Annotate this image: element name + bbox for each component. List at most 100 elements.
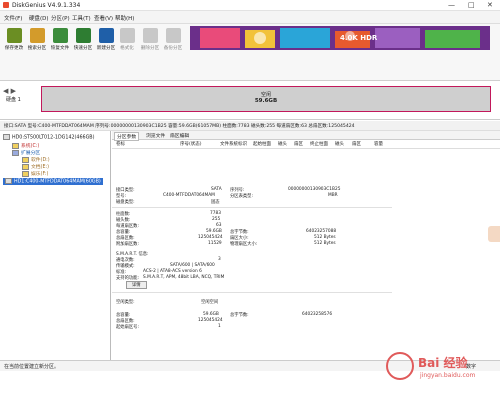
backup-partition-icon <box>165 28 181 43</box>
transfer-mode-value: SATA/600 | SATA/600 <box>170 263 215 268</box>
status-text: 在当前位置建立新分区。 <box>4 364 60 370</box>
menu-disk[interactable]: 硬盘(D) <box>29 14 49 22</box>
ad-banner[interactable]: 4.0K HDR <box>190 26 490 50</box>
model-value: C400-MTFDDAT064MAM <box>163 193 215 198</box>
tree-item-extended[interactable]: 扩展分区 <box>12 149 40 156</box>
heads-value: 255 <box>212 217 221 222</box>
backup-partition-label: 备份分区 <box>163 46 183 51</box>
quick-partition-icon <box>75 28 91 43</box>
free-bytes-value: 64023258576 <box>302 312 333 317</box>
search-icon <box>29 28 45 43</box>
divider <box>112 292 392 293</box>
volume-icon <box>22 163 29 170</box>
disk-nav: ◀ ▶ <box>3 87 16 95</box>
watermark: Bai 经验 jingyan.baidu.com <box>380 346 500 392</box>
partition-block-name: 空闲 <box>260 92 271 98</box>
volume-icon <box>22 156 29 163</box>
watermark-paw-icon <box>386 352 414 380</box>
partition-table-type-value: MBR <box>328 193 338 198</box>
side-feedback-tab[interactable] <box>488 226 500 242</box>
total-bytes-value: 64023257088 <box>306 229 337 234</box>
prev-disk-button[interactable]: ◀ <box>3 87 8 95</box>
tree-item-docs[interactable]: 文档(E:) <box>22 163 49 170</box>
tree-item-system[interactable]: 系统(C:) <box>12 142 39 149</box>
free-space-partition-block[interactable]: 空闲 59.6GB <box>41 86 491 112</box>
iface-value: SATA <box>211 187 222 192</box>
free-type-label: 空闲类型: <box>116 300 135 305</box>
disk-tree: HD0:ST500LT012-1DG142(466GB) 系统(C:) 扩展分区… <box>0 131 111 361</box>
next-disk-button[interactable]: ▶ <box>11 87 16 95</box>
menu-bar: 文件(F) 硬盘(D) 分区(P) 工具(T) 查看(V) 帮助(H) <box>0 11 500 24</box>
maximize-button[interactable]: □ <box>468 1 475 9</box>
backup-partition-button[interactable]: 备份分区 <box>163 26 183 51</box>
save-changes-button[interactable]: 保存更改 <box>4 26 24 51</box>
tree-item-hd1-label: HD1:C400-MTFDDAT064MAM(60GB) <box>14 179 101 185</box>
standard-value: ACS-2 | ATA8-ACS version 6 <box>143 269 202 274</box>
free-bytes-label: 总字节数: <box>230 313 249 318</box>
col-filesystem: 文件系统 <box>220 142 238 147</box>
disk-info-line: 接口:SATA 型号:C400-MTFDDAT064MAM 序列号:000000… <box>0 121 500 131</box>
partition-table-header: 卷标 序号(状态) 文件系统 标识 起始柱面 磁头 扇区 终止柱面 磁头 扇区 … <box>112 140 500 149</box>
recover-icon <box>52 28 68 43</box>
physical-sector-size-value: 512 Bytes <box>314 241 336 246</box>
menu-view[interactable]: 查看(V) <box>94 14 113 22</box>
extra-sectors-value: 11529 <box>208 241 222 246</box>
partition-table-type-label: 分区表类型: <box>230 194 253 199</box>
partition-block-size: 59.6GB <box>254 98 278 104</box>
col-end-head: 磁头 <box>335 142 344 147</box>
col-volume-label: 卷标 <box>116 142 125 147</box>
tab-browse-files[interactable]: 浏览文件 <box>144 132 167 139</box>
divider <box>112 207 392 208</box>
col-capacity: 容量 <box>374 142 383 147</box>
volume-icon <box>12 142 19 149</box>
search-partition-button[interactable]: 搜索分区 <box>27 26 47 51</box>
quick-partition-button[interactable]: 快速分区 <box>73 26 93 51</box>
start-sector-value: 1 <box>218 324 221 329</box>
app-logo-icon <box>3 2 9 8</box>
col-start-sector: 扇区 <box>294 142 303 147</box>
minimize-button[interactable]: — <box>448 1 455 9</box>
tree-item-hd0-label: HD0:ST500LT012-1DG142(466GB) <box>12 135 95 141</box>
free-type-value: 空闲空间 <box>201 300 219 305</box>
details-tabs: 分区参数 浏览文件 扇区编辑 <box>112 131 500 141</box>
free-sectors-value: 125045424 <box>198 318 223 323</box>
tree-item-hd0[interactable]: HD0:ST500LT012-1DG142(466GB) <box>3 134 94 141</box>
cylinders-value: 7783 <box>210 211 221 216</box>
sector-size-value: 512 Bytes <box>314 235 336 240</box>
tree-item-hd1[interactable]: HD1:C400-MTFDDAT064MAM(60GB) <box>3 178 103 185</box>
details-button[interactable]: 详情 <box>126 281 147 289</box>
col-id: 标识 <box>238 142 247 147</box>
format-icon <box>119 28 135 43</box>
disk-icon <box>3 134 10 140</box>
extended-partition-icon <box>12 149 19 156</box>
format-button[interactable]: 格式化 <box>117 26 137 51</box>
volume-icon <box>22 170 29 177</box>
disk-info-text: 接口:SATA 型号:C400-MTFDDAT064MAM 序列号:000000… <box>4 124 355 129</box>
new-partition-icon <box>98 28 114 43</box>
menu-tools[interactable]: 工具(T) <box>72 14 91 22</box>
close-button[interactable]: ✕ <box>487 1 493 9</box>
col-end-sector: 扇区 <box>352 142 361 147</box>
tab-sector-editor[interactable]: 扇区编辑 <box>168 132 191 139</box>
menu-file[interactable]: 文件(F) <box>4 14 22 22</box>
delete-partition-button[interactable]: 删除分区 <box>140 26 160 51</box>
watermark-text: Bai 经验 <box>418 356 468 370</box>
disk-icon <box>5 178 12 184</box>
features-value: S.M.A.R.T, APM, 48bit LBA, NCQ, TRIM <box>143 275 225 280</box>
tree-item-entertain[interactable]: 娱乐(F:) <box>22 170 48 177</box>
media-value: 固态 <box>211 200 220 205</box>
sectors-per-track-value: 63 <box>216 223 222 228</box>
col-start-head: 磁头 <box>278 142 287 147</box>
total-sectors-value: 125045424 <box>198 235 223 240</box>
recover-files-button[interactable]: 恢复文件 <box>50 26 70 51</box>
free-capacity-value: 59.6GB <box>203 312 219 317</box>
menu-partition[interactable]: 分区(P) <box>51 14 70 22</box>
menu-help[interactable]: 帮助(H) <box>115 14 134 22</box>
disk-label: 硬盘 1 <box>6 97 21 103</box>
delete-partition-icon <box>142 28 158 43</box>
power-on-count-value: 3 <box>218 257 221 262</box>
tree-item-software[interactable]: 软件(D:) <box>22 156 50 163</box>
physical-sector-size-label: 物理扇区大小: <box>230 242 258 247</box>
tree-item-entertain-label: 娱乐(F:) <box>31 172 49 177</box>
col-index-status: 序号(状态) <box>180 142 202 147</box>
